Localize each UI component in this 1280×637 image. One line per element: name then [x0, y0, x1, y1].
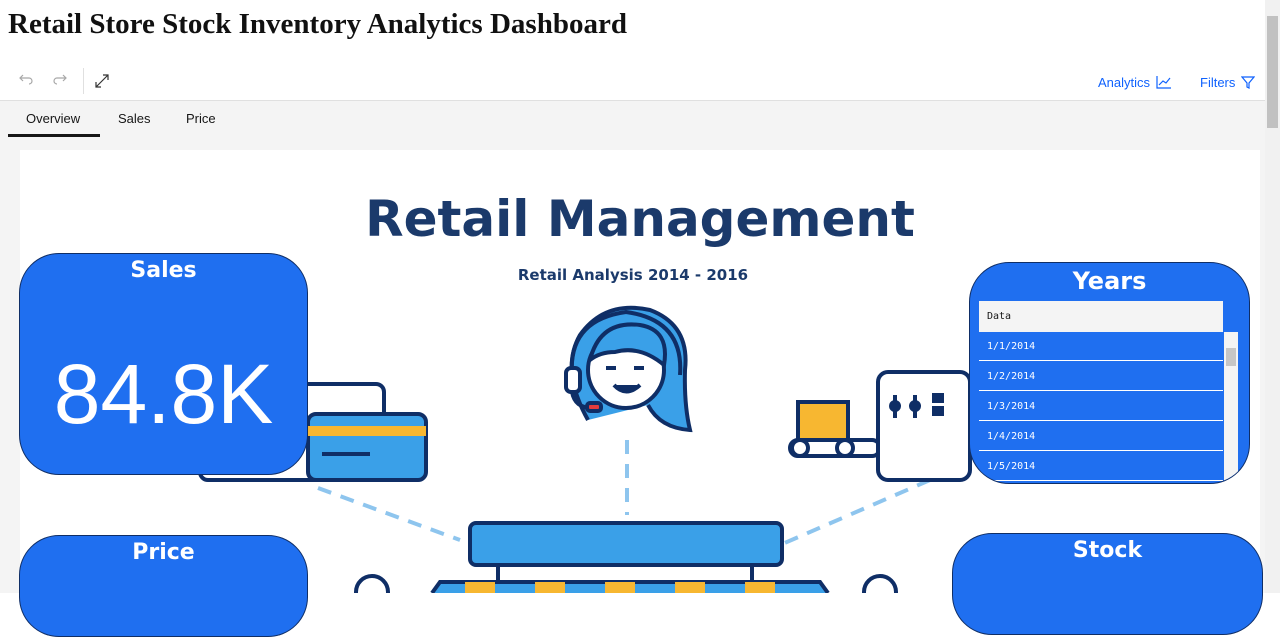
list-item[interactable]: 1/5/2014: [979, 452, 1223, 481]
list-item[interactable]: 1/3/2014: [979, 392, 1223, 421]
stock-card-title: Stock: [1072, 538, 1143, 563]
years-list-scrollbar[interactable]: [1224, 332, 1238, 482]
years-filter-card[interactable]: Years Data 1/1/2014 1/2/2014 1/3/2014 1/…: [969, 262, 1250, 484]
list-item[interactable]: 1/4/2014: [979, 422, 1223, 451]
conveyor-machine-icon: [788, 370, 972, 482]
sales-card-title: Sales: [130, 258, 197, 283]
years-card-title: Years: [1072, 267, 1147, 295]
sales-kpi-value: 84.8K: [53, 347, 274, 441]
page-scrollbar[interactable]: [1265, 0, 1280, 593]
dashboard-hero-title: Retail Management: [365, 190, 915, 248]
years-list-scroll-thumb[interactable]: [1226, 348, 1236, 366]
price-kpi-card[interactable]: Price: [19, 535, 308, 637]
sales-kpi-card[interactable]: Sales 84.8K: [19, 253, 308, 475]
page-scroll-thumb[interactable]: [1267, 16, 1278, 128]
support-agent-icon: [564, 305, 693, 433]
years-column-header: Data: [979, 301, 1223, 332]
list-item[interactable]: 1/1/2014: [979, 332, 1223, 361]
price-card-title: Price: [132, 540, 195, 565]
stock-kpi-card[interactable]: Stock: [952, 533, 1263, 635]
list-item[interactable]: 1/2/2014: [979, 362, 1223, 391]
years-list[interactable]: Data 1/1/2014 1/2/2014 1/3/2014 1/4/2014…: [979, 301, 1223, 481]
